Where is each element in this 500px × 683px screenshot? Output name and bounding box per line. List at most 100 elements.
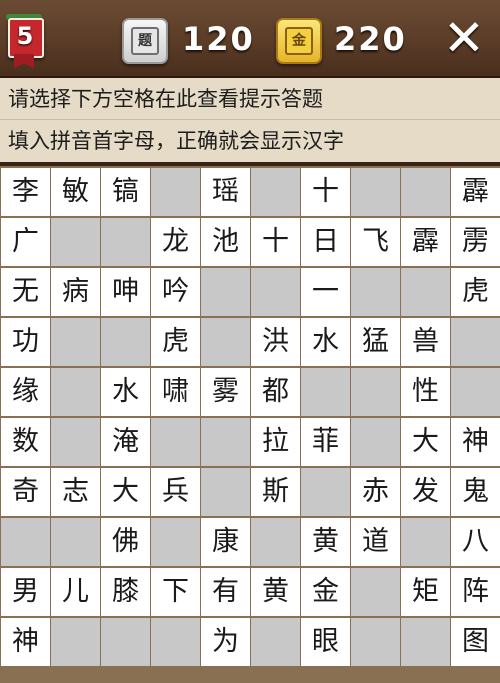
grid-cell-filled[interactable]: 猛: [351, 318, 400, 366]
grid-cell-empty[interactable]: [201, 468, 250, 516]
grid-cell-empty[interactable]: [51, 418, 100, 466]
grid-cell-filled[interactable]: 下: [151, 568, 200, 616]
grid-cell-filled[interactable]: 为: [201, 618, 250, 666]
grid-cell-empty[interactable]: [401, 268, 450, 316]
grid-cell-filled[interactable]: 功: [1, 318, 50, 366]
grid-cell-filled[interactable]: 水: [301, 318, 350, 366]
grid-cell-filled[interactable]: 洪: [251, 318, 300, 366]
grid-cell-filled[interactable]: 眼: [301, 618, 350, 666]
grid-cell-filled[interactable]: 膝: [101, 568, 150, 616]
grid-cell-filled[interactable]: 发: [401, 468, 450, 516]
grid-cell-filled[interactable]: 霹: [451, 168, 500, 216]
grid-cell-filled[interactable]: 兵: [151, 468, 200, 516]
grid-cell-filled[interactable]: 儿: [51, 568, 100, 616]
grid-cell-filled[interactable]: 八: [451, 518, 500, 566]
grid-cell-filled[interactable]: 缘: [1, 368, 50, 416]
grid-cell-empty[interactable]: [51, 518, 100, 566]
grid-cell-filled[interactable]: 雾: [201, 368, 250, 416]
grid-cell-filled[interactable]: 数: [1, 418, 50, 466]
grid-cell-empty[interactable]: [151, 618, 200, 666]
grid-cell-empty[interactable]: [101, 218, 150, 266]
grid-cell-filled[interactable]: 瑶: [201, 168, 250, 216]
grid-cell-filled[interactable]: 无: [1, 268, 50, 316]
grid-cell-empty[interactable]: [151, 418, 200, 466]
close-button[interactable]: ✕: [436, 10, 492, 66]
grid-cell-filled[interactable]: 龙: [151, 218, 200, 266]
grid-cell-empty[interactable]: [201, 318, 250, 366]
grid-cell-filled[interactable]: 斯: [251, 468, 300, 516]
grid-cell-filled[interactable]: 十: [251, 218, 300, 266]
grid-cell-empty[interactable]: [351, 368, 400, 416]
grid-cell-filled[interactable]: 病: [51, 268, 100, 316]
grid-cell-filled[interactable]: 水: [101, 368, 150, 416]
grid-cell-empty[interactable]: [251, 518, 300, 566]
grid-cell-filled[interactable]: 虎: [451, 268, 500, 316]
grid-cell-filled[interactable]: 阵: [451, 568, 500, 616]
grid-cell-filled[interactable]: 矩: [401, 568, 450, 616]
grid-cell-empty[interactable]: [401, 618, 450, 666]
grid-cell-empty[interactable]: [351, 618, 400, 666]
grid-cell-filled[interactable]: 镐: [101, 168, 150, 216]
grid-cell-filled[interactable]: 敏: [51, 168, 100, 216]
grid-cell-filled[interactable]: 奇: [1, 468, 50, 516]
grid-cell-filled[interactable]: 神: [451, 418, 500, 466]
grid-cell-empty[interactable]: [251, 618, 300, 666]
grid-cell-filled[interactable]: 池: [201, 218, 250, 266]
grid-cell-filled[interactable]: 吟: [151, 268, 200, 316]
grid-cell-empty[interactable]: [101, 618, 150, 666]
grid-cell-filled[interactable]: 大: [101, 468, 150, 516]
grid-cell-filled[interactable]: 性: [401, 368, 450, 416]
grid-cell-filled[interactable]: 赤: [351, 468, 400, 516]
grid-cell-filled[interactable]: 志: [51, 468, 100, 516]
grid-cell-empty[interactable]: [1, 518, 50, 566]
grid-cell-empty[interactable]: [451, 368, 500, 416]
grid-cell-filled[interactable]: 广: [1, 218, 50, 266]
grid-cell-empty[interactable]: [51, 368, 100, 416]
grid-cell-filled[interactable]: 呻: [101, 268, 150, 316]
grid-cell-empty[interactable]: [401, 168, 450, 216]
grid-cell-filled[interactable]: 雳: [451, 218, 500, 266]
grid-cell-empty[interactable]: [301, 468, 350, 516]
grid-cell-empty[interactable]: [201, 268, 250, 316]
grid-cell-filled[interactable]: 霹: [401, 218, 450, 266]
grid-cell-filled[interactable]: 神: [1, 618, 50, 666]
grid-cell-filled[interactable]: 淹: [101, 418, 150, 466]
grid-cell-filled[interactable]: 啸: [151, 368, 200, 416]
grid-cell-empty[interactable]: [51, 618, 100, 666]
grid-cell-empty[interactable]: [351, 168, 400, 216]
grid-cell-empty[interactable]: [151, 518, 200, 566]
grid-cell-filled[interactable]: 有: [201, 568, 250, 616]
grid-cell-filled[interactable]: 拉: [251, 418, 300, 466]
grid-cell-empty[interactable]: [251, 268, 300, 316]
grid-cell-empty[interactable]: [301, 368, 350, 416]
grid-cell-filled[interactable]: 黄: [251, 568, 300, 616]
grid-cell-filled[interactable]: 金: [301, 568, 350, 616]
grid-cell-empty[interactable]: [351, 418, 400, 466]
grid-cell-empty[interactable]: [351, 268, 400, 316]
grid-cell-empty[interactable]: [51, 218, 100, 266]
grid-cell-filled[interactable]: 图: [451, 618, 500, 666]
grid-cell-filled[interactable]: 一: [301, 268, 350, 316]
grid-cell-empty[interactable]: [251, 168, 300, 216]
grid-cell-filled[interactable]: 十: [301, 168, 350, 216]
grid-cell-empty[interactable]: [101, 318, 150, 366]
grid-cell-filled[interactable]: 飞: [351, 218, 400, 266]
grid-cell-filled[interactable]: 日: [301, 218, 350, 266]
grid-cell-empty[interactable]: [51, 318, 100, 366]
grid-cell-filled[interactable]: 大: [401, 418, 450, 466]
grid-cell-empty[interactable]: [451, 318, 500, 366]
grid-cell-empty[interactable]: [151, 168, 200, 216]
grid-cell-filled[interactable]: 道: [351, 518, 400, 566]
grid-cell-filled[interactable]: 菲: [301, 418, 350, 466]
grid-cell-filled[interactable]: 李: [1, 168, 50, 216]
grid-cell-empty[interactable]: [201, 418, 250, 466]
grid-cell-filled[interactable]: 康: [201, 518, 250, 566]
grid-cell-filled[interactable]: 兽: [401, 318, 450, 366]
grid-cell-empty[interactable]: [351, 568, 400, 616]
grid-cell-empty[interactable]: [401, 518, 450, 566]
grid-cell-filled[interactable]: 男: [1, 568, 50, 616]
grid-cell-filled[interactable]: 都: [251, 368, 300, 416]
grid-cell-filled[interactable]: 虎: [151, 318, 200, 366]
grid-cell-filled[interactable]: 鬼: [451, 468, 500, 516]
grid-cell-filled[interactable]: 佛: [101, 518, 150, 566]
